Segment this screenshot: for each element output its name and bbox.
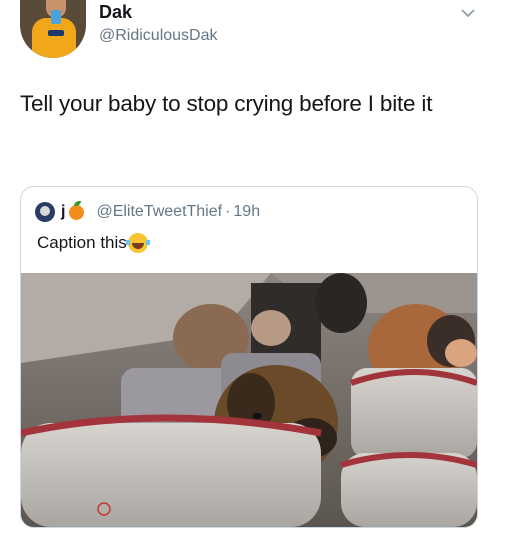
quoted-header: j @EliteTweetThief · 19h bbox=[35, 200, 260, 223]
orange-emoji-icon bbox=[69, 200, 85, 220]
laughing-emoji-icon bbox=[125, 233, 150, 253]
tweet-text: Tell your baby to stop crying before I b… bbox=[20, 91, 433, 116]
author-handle[interactable]: @RidiculousDak bbox=[99, 27, 218, 45]
quoted-text-row: Caption this bbox=[37, 233, 150, 253]
chevron-down-icon[interactable] bbox=[461, 8, 475, 18]
author-name[interactable]: Dak bbox=[99, 2, 132, 23]
tweet: Dak @RidiculousDak Tell your baby to sto… bbox=[0, 0, 505, 540]
separator-dot: · bbox=[225, 203, 231, 220]
avatar-logo bbox=[48, 30, 64, 36]
quoted-author-handle[interactable]: @EliteTweetThief bbox=[96, 203, 222, 221]
quoted-avatar[interactable] bbox=[35, 202, 55, 222]
quoted-text: Caption this bbox=[37, 233, 127, 252]
avatar-shirt bbox=[32, 18, 76, 58]
avatar-phone bbox=[51, 10, 61, 24]
quoted-timestamp[interactable]: 19h bbox=[233, 203, 260, 221]
quoted-author-name[interactable]: j bbox=[61, 203, 65, 221]
quoted-photo[interactable] bbox=[21, 273, 477, 527]
airplane-dog-photo bbox=[21, 273, 477, 527]
avatar[interactable] bbox=[20, 0, 86, 58]
quoted-tweet[interactable]: j @EliteTweetThief · 19h Caption this bbox=[20, 186, 478, 528]
